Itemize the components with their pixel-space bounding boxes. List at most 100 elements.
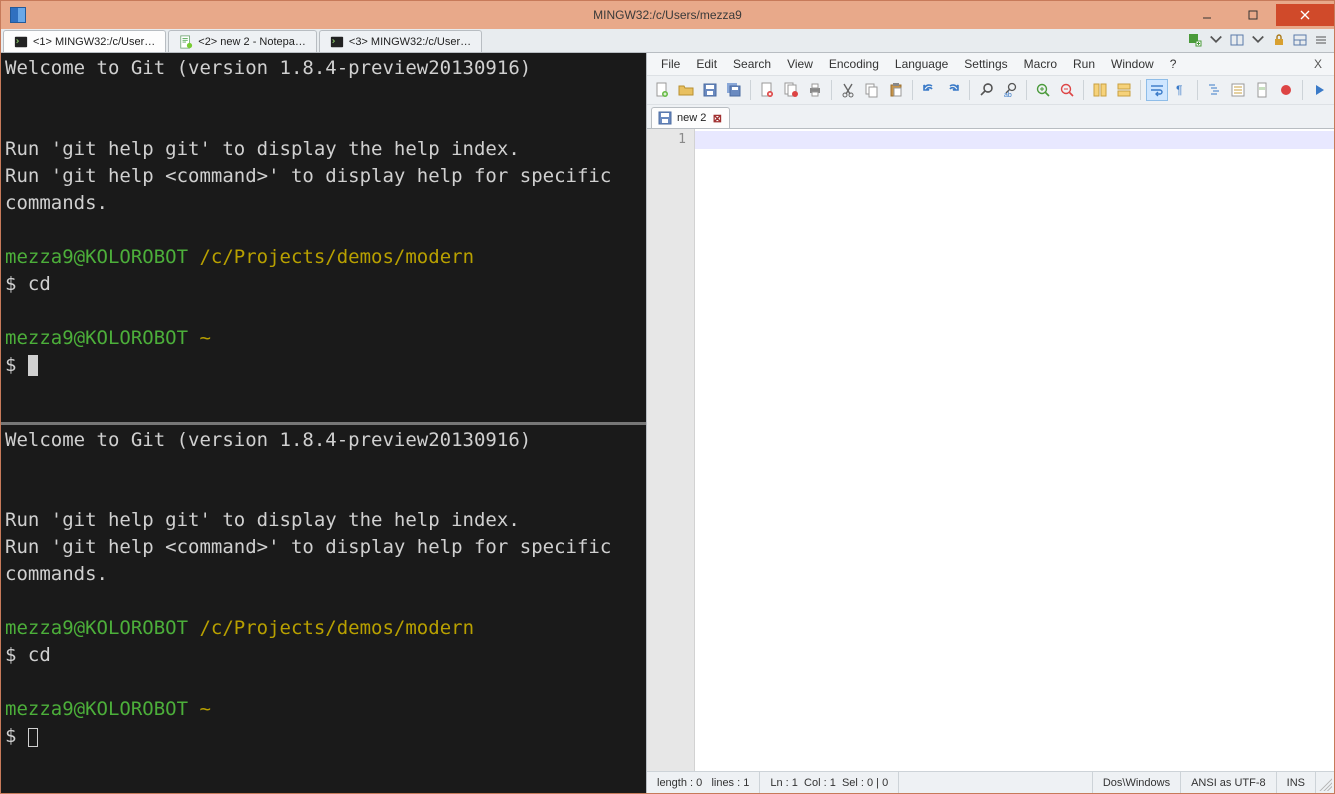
term-line: Run 'git help git' to display the help i…: [5, 138, 520, 160]
tab-label: <1> MINGW32:/c/User…: [33, 36, 155, 48]
titlebar[interactable]: MINGW32:/c/Users/mezza9: [1, 1, 1334, 29]
toolbar-separator: [831, 80, 832, 100]
status-eol: Dos\Windows: [1093, 772, 1181, 793]
toolbar-separator: [750, 80, 751, 100]
save-all-icon[interactable]: [723, 79, 745, 101]
wordwrap-icon[interactable]: [1146, 79, 1168, 101]
terminal-icon: [330, 35, 344, 49]
copy-icon[interactable]: [861, 79, 883, 101]
toolbar-separator: [1140, 80, 1141, 100]
menu-language[interactable]: Language: [887, 55, 956, 73]
tab-label: <3> MINGW32:/c/User…: [349, 36, 471, 48]
workspace: Welcome to Git (version 1.8.4-preview201…: [1, 53, 1334, 793]
sync-h-icon[interactable]: [1113, 79, 1135, 101]
term-path: /c/Projects/demos/modern: [188, 617, 474, 639]
play-macro-icon[interactable]: [1308, 79, 1330, 101]
minimize-button[interactable]: [1184, 4, 1230, 26]
menu-window[interactable]: Window: [1103, 55, 1162, 73]
menu-macro[interactable]: Macro: [1016, 55, 1065, 73]
toolbar-separator: [912, 80, 913, 100]
status-length: length : 0 lines : 1: [647, 772, 760, 793]
paste-icon[interactable]: [885, 79, 907, 101]
doc-map-icon[interactable]: [1251, 79, 1273, 101]
new-console-button[interactable]: [1186, 31, 1204, 49]
new-file-icon[interactable]: [651, 79, 673, 101]
menu-view[interactable]: View: [779, 55, 821, 73]
lock-icon[interactable]: [1270, 31, 1288, 49]
save-icon[interactable]: [699, 79, 721, 101]
close-all-icon[interactable]: [780, 79, 802, 101]
toolbar-separator: [969, 80, 970, 100]
print-icon[interactable]: [804, 79, 826, 101]
zoom-out-icon[interactable]: [1056, 79, 1078, 101]
terminal-split-pane: Welcome to Git (version 1.8.4-preview201…: [1, 53, 646, 793]
replace-icon[interactable]: ab: [999, 79, 1021, 101]
window-controls: [1184, 4, 1334, 26]
menu-icon[interactable]: [1312, 31, 1330, 49]
open-file-icon[interactable]: [675, 79, 697, 101]
sync-v-icon[interactable]: [1089, 79, 1111, 101]
npp-toolbar: ab ¶: [647, 75, 1334, 105]
term-cmd: $: [5, 725, 28, 747]
term-path: ~: [188, 698, 211, 720]
status-spacer: [899, 772, 1093, 793]
term-cmd: $ cd: [5, 273, 51, 295]
disk-icon: [658, 111, 672, 125]
npp-close-x[interactable]: X: [1308, 55, 1328, 73]
terminal-top[interactable]: Welcome to Git (version 1.8.4-preview201…: [1, 53, 646, 422]
npp-doc-tab[interactable]: new 2 ⊠: [651, 107, 730, 128]
term-line: Run 'git help <command>' to display help…: [5, 536, 623, 585]
find-icon[interactable]: [975, 79, 997, 101]
menu-file[interactable]: File: [653, 55, 688, 73]
window-title: MINGW32:/c/Users/mezza9: [593, 8, 742, 22]
console-tabbar: <1> MINGW32:/c/User… <2> new 2 - Notepa……: [1, 29, 1334, 53]
tab-console-1[interactable]: <1> MINGW32:/c/User…: [3, 30, 166, 52]
app-window: MINGW32:/c/Users/mezza9 <1> MINGW32:/c/U…: [0, 0, 1335, 794]
term-path: /c/Projects/demos/modern: [188, 246, 474, 268]
close-file-icon[interactable]: [756, 79, 778, 101]
term-user: mezza9@KOLOROBOT: [5, 617, 188, 639]
tab-notepad[interactable]: <2> new 2 - Notepa…: [168, 30, 317, 52]
editor-body[interactable]: [695, 129, 1334, 771]
npp-doc-tabbar: new 2 ⊠: [647, 105, 1334, 129]
menu-encoding[interactable]: Encoding: [821, 55, 887, 73]
cut-icon[interactable]: [837, 79, 859, 101]
menu-help[interactable]: ?: [1162, 55, 1185, 73]
menu-search[interactable]: Search: [725, 55, 779, 73]
menu-settings[interactable]: Settings: [956, 55, 1015, 73]
term-line: Welcome to Git (version 1.8.4-preview201…: [5, 57, 531, 79]
term-line: Run 'git help <command>' to display help…: [5, 165, 623, 214]
tab-console-3[interactable]: <3> MINGW32:/c/User…: [319, 30, 482, 52]
toolbar-separator: [1302, 80, 1303, 100]
indent-guide-icon[interactable]: [1203, 79, 1225, 101]
npp-menubar: File Edit Search View Encoding Language …: [647, 53, 1334, 75]
maximize-button[interactable]: [1230, 4, 1276, 26]
doc-tab-close-icon[interactable]: ⊠: [711, 112, 723, 124]
svg-text:ab: ab: [1004, 92, 1012, 98]
menu-run[interactable]: Run: [1065, 55, 1103, 73]
layout-toggle-button[interactable]: [1228, 31, 1246, 49]
close-button[interactable]: [1276, 4, 1334, 26]
status-encoding: ANSI as UTF-8: [1181, 772, 1277, 793]
resize-grip-icon[interactable]: [1316, 775, 1332, 791]
toolbar-separator: [1197, 80, 1198, 100]
line-number-gutter: 1: [647, 129, 695, 771]
cursor-icon: [28, 355, 38, 376]
record-macro-icon[interactable]: [1275, 79, 1297, 101]
zoom-in-icon[interactable]: [1032, 79, 1054, 101]
show-symbols-icon[interactable]: ¶: [1170, 79, 1192, 101]
tabbar-toolbar: [1186, 31, 1330, 49]
redo-icon[interactable]: [942, 79, 964, 101]
split-view-button[interactable]: [1291, 31, 1309, 49]
menu-edit[interactable]: Edit: [688, 55, 725, 73]
dropdown-new-icon[interactable]: [1207, 31, 1225, 49]
term-line: Welcome to Git (version 1.8.4-preview201…: [5, 429, 531, 451]
dropdown-layout-icon[interactable]: [1249, 31, 1267, 49]
cursor-icon: [28, 728, 38, 747]
terminal-bottom[interactable]: Welcome to Git (version 1.8.4-preview201…: [1, 425, 646, 794]
notepadpp-pane: File Edit Search View Encoding Language …: [646, 53, 1334, 793]
undo-icon[interactable]: [918, 79, 940, 101]
status-insert-mode: INS: [1277, 772, 1316, 793]
term-cmd: $ cd: [5, 644, 51, 666]
function-list-icon[interactable]: [1227, 79, 1249, 101]
